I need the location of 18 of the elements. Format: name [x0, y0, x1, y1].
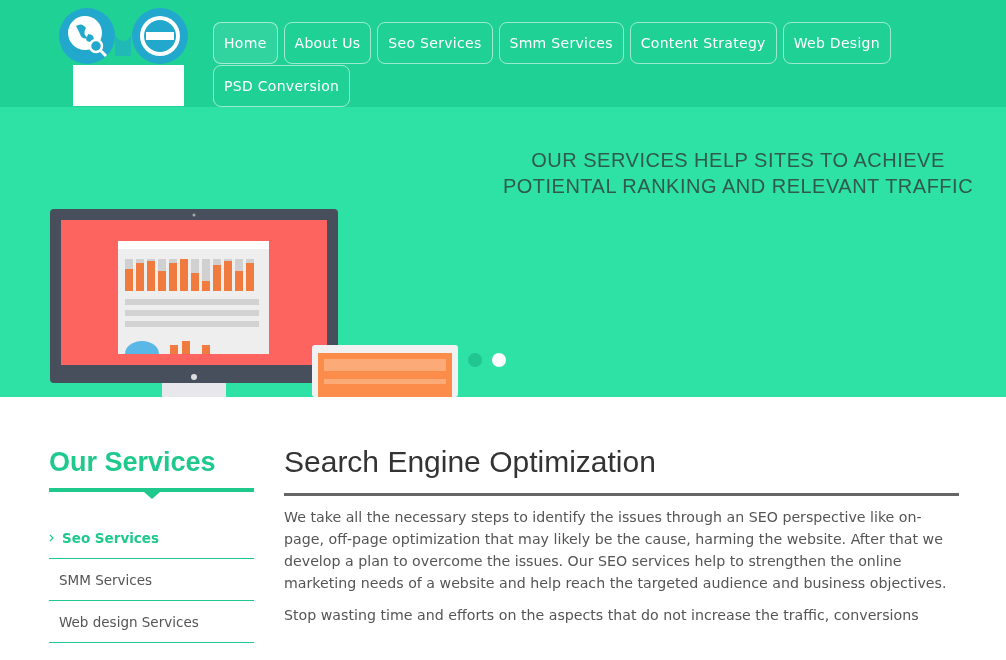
hero-headline: OUR SERVICES HELP SITES TO ACHIEVE	[531, 148, 945, 173]
chevron-icon	[49, 533, 54, 542]
hero-headline: POTIENTAL RANKING AND RELEVANT TRAFFIC	[502, 174, 974, 199]
sidebar-link[interactable]: SMM Services	[49, 559, 254, 601]
article-paragraph: Stop wasting time and efforts on the aspects that do not increase the traffic, conversions	[284, 606, 920, 625]
article-paragraph: We take all the necessary steps to identify the issues through an SEO perspective like on-page, off-page optimization that may likely be the cause, harming the website. After that we develop a plan to overcome the issues. Our SEO services help to strengthen the online marketing needs of a website and help reach the targeted audience and business objectives.	[284, 508, 948, 593]
sidebar-title: Our Services	[49, 446, 217, 478]
logo-icon	[58, 6, 188, 106]
nav-link[interactable]: Home	[213, 22, 278, 64]
nav-link[interactable]: PSD Conversion	[213, 65, 351, 107]
nav-link[interactable]: About Us	[283, 22, 372, 64]
article-title: Search Engine Optimization	[284, 445, 959, 496]
sidebar-link[interactable]: Seo Services	[49, 517, 254, 559]
nav-link[interactable]: Content Strategy	[629, 22, 777, 64]
nav-link[interactable]: Seo Services	[377, 22, 493, 64]
nav-link[interactable]: Smm Services	[498, 22, 624, 64]
nav-link[interactable]: Web Design	[782, 22, 891, 64]
sidebar-link[interactable]: Web design Services	[49, 601, 254, 643]
